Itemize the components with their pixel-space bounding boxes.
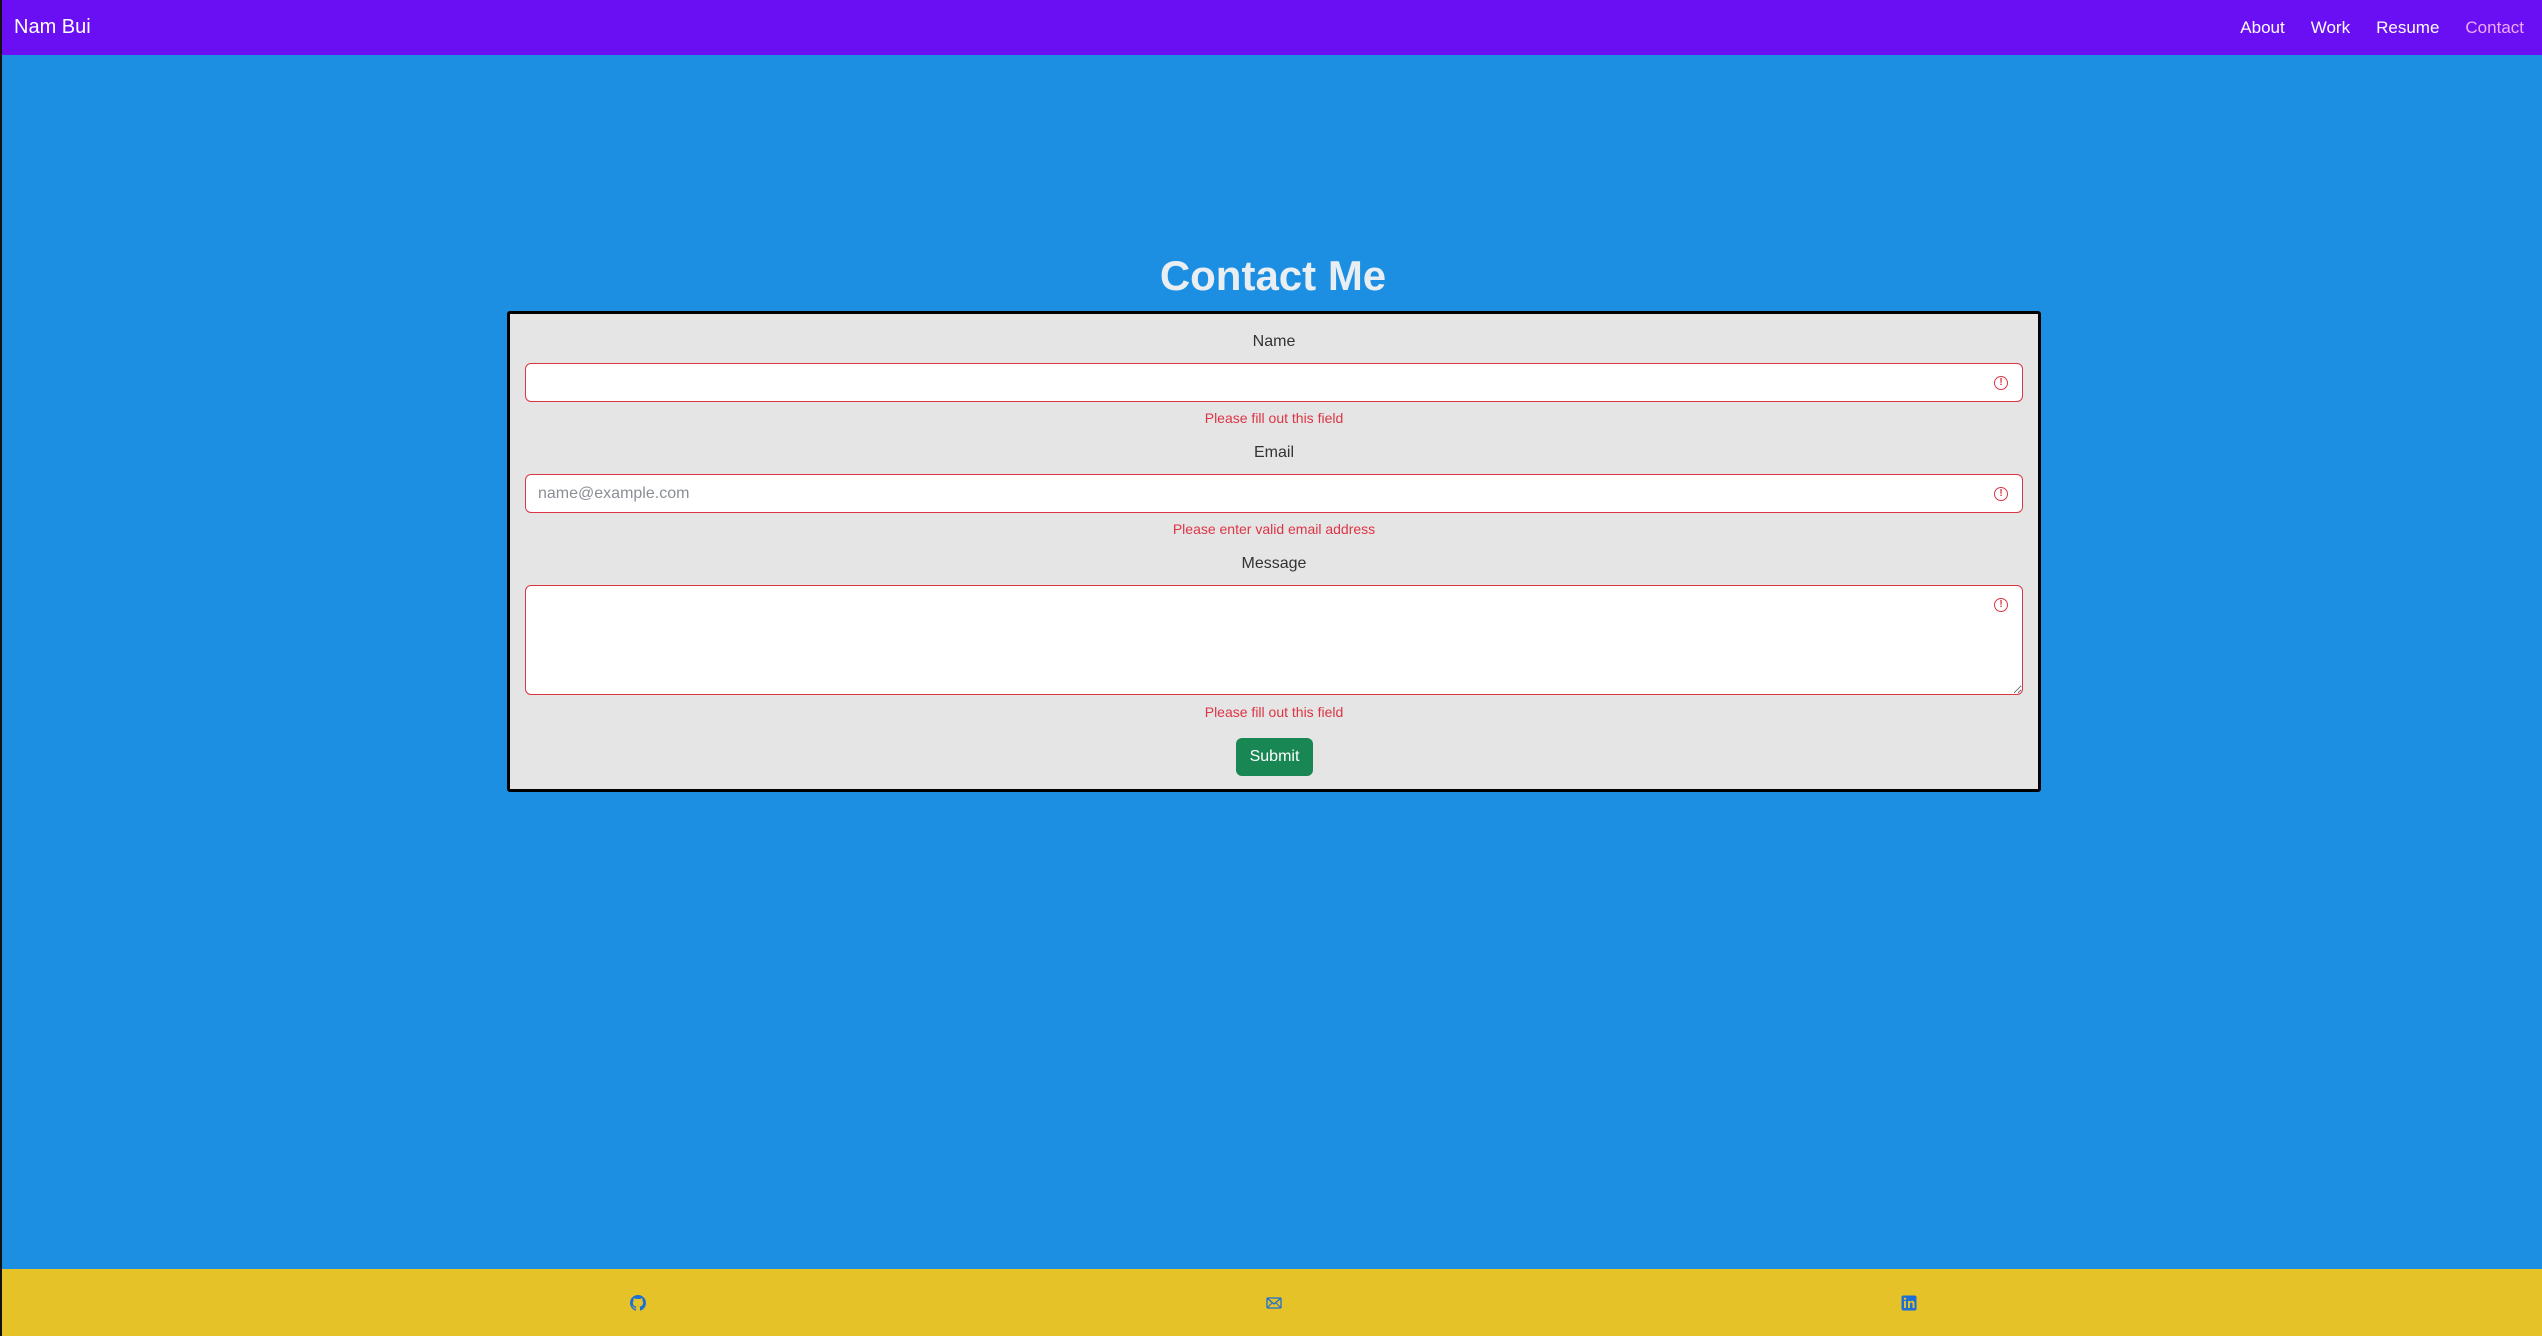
message-error-message: Please fill out this field (1204, 704, 1344, 720)
brand-link[interactable]: Nam Bui (14, 16, 91, 39)
contact-form: Name ! Please fill out this field Email … (507, 311, 2041, 792)
message-label: Message (1241, 555, 1307, 572)
email-error-icon: ! (1994, 487, 2008, 501)
name-error-icon: ! (1994, 376, 2008, 390)
nav-link-resume[interactable]: Resume (2376, 18, 2439, 38)
nav-link-contact[interactable]: Contact (2465, 18, 2524, 38)
nav-link-work[interactable]: Work (2311, 18, 2350, 38)
github-icon[interactable] (628, 1293, 648, 1313)
footer (2, 1269, 2542, 1336)
linkedin-icon[interactable] (1899, 1293, 1919, 1313)
email-input[interactable] (525, 474, 2023, 513)
nav-link-about[interactable]: About (2240, 18, 2284, 38)
page: Nam Bui About Work Resume Contact Contac… (0, 0, 2542, 1336)
name-error-message: Please fill out this field (1204, 410, 1344, 426)
navbar: Nam Bui About Work Resume Contact (2, 0, 2542, 55)
nav-links: About Work Resume Contact (2240, 18, 2524, 38)
email-error-message: Please enter valid email address (1172, 521, 1376, 537)
email-label: Email (1253, 444, 1294, 461)
message-error-icon: ! (1994, 598, 2008, 612)
submit-button[interactable]: Submit (1236, 738, 1313, 776)
page-title: Contact Me (1159, 252, 1387, 299)
message-textarea[interactable] (525, 585, 2023, 695)
name-input[interactable] (525, 363, 2023, 402)
name-label: Name (1252, 333, 1296, 350)
mail-icon[interactable] (1264, 1293, 1284, 1313)
